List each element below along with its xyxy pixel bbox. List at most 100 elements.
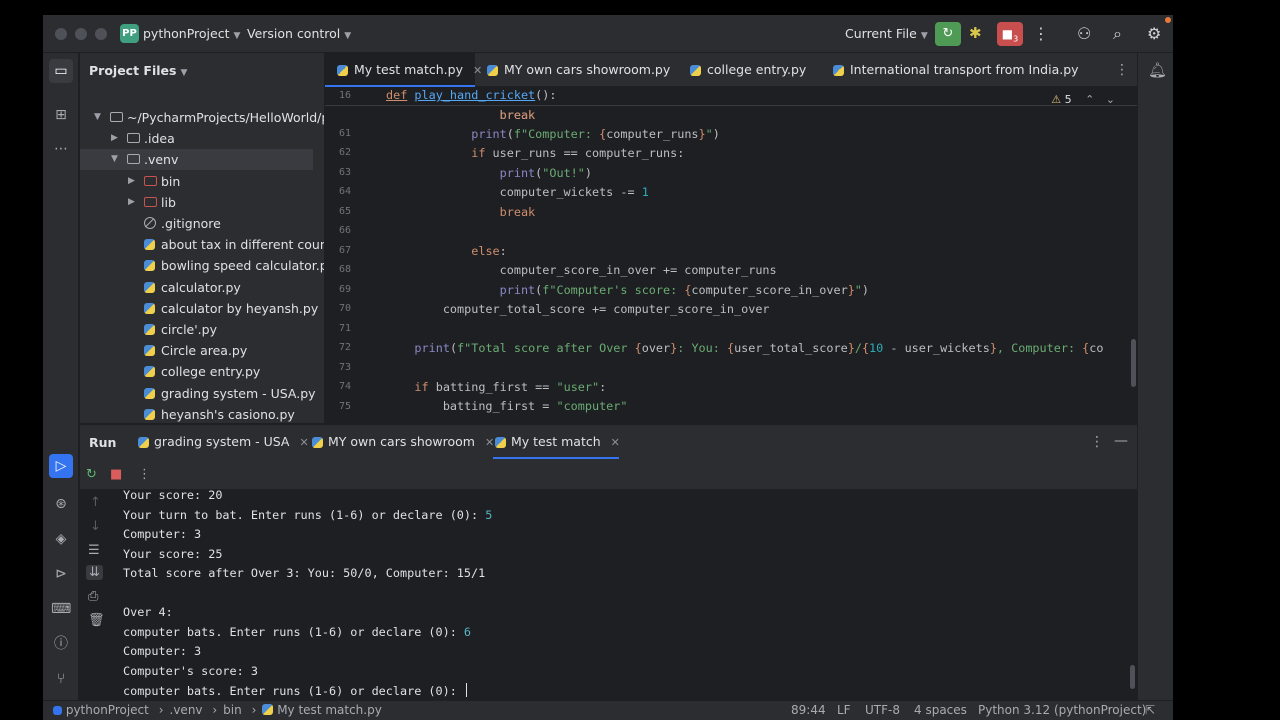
python-file-icon	[144, 387, 155, 399]
console-output: Total score after Over 3: You: 50/0, Com…	[123, 566, 486, 580]
tree-item[interactable]: ▶ .idea	[80, 128, 324, 149]
chevron-down-icon[interactable]: ▼	[94, 107, 101, 128]
interpreter[interactable]: Python 3.12 (pythonProject)	[978, 703, 1146, 717]
ide-window: PP pythonProject ▼ Version control ▼ Curre…	[43, 15, 1173, 720]
tree-item[interactable]: bowling speed calculator.py	[80, 255, 324, 276]
vcs-menu[interactable]: Version control ▼	[247, 26, 351, 41]
rerun-button[interactable]: ↻	[935, 22, 961, 46]
folder-icon[interactable]: ▭	[49, 59, 73, 83]
chevron-down-icon[interactable]: ▼	[111, 149, 118, 170]
tree-item[interactable]: heyansh's casiono.py	[80, 404, 324, 423]
run-options-icon[interactable]: ⋮	[1090, 434, 1104, 450]
problems-icon[interactable]: ⓘ	[51, 634, 71, 654]
tree-item[interactable]: .gitignore	[80, 213, 324, 234]
tab-label: college entry.py	[707, 62, 807, 77]
tabs-more-icon[interactable]: ⋮	[1115, 62, 1129, 78]
structure-icon[interactable]: ⊞	[51, 105, 71, 125]
zoom-window-button[interactable]	[95, 28, 107, 40]
tab-international-transport[interactable]: International transport from India.py	[821, 53, 1079, 87]
run-tool-icon[interactable]: ▷	[49, 454, 73, 478]
soft-wrap-icon[interactable]: ☰	[88, 543, 100, 558]
more-icon[interactable]: ⋮	[1033, 24, 1049, 43]
run-tab-grading-system[interactable]: grading system - USA ✕	[136, 425, 309, 459]
tree-item[interactable]: circle'.py	[80, 319, 324, 340]
tree-item[interactable]: about tax in different countries	[80, 234, 324, 255]
line-ending[interactable]: LF	[837, 703, 851, 717]
chevron-right-icon[interactable]: ▶	[128, 171, 135, 192]
lock-icon[interactable]: ⇱	[1145, 703, 1155, 717]
python-file-icon	[138, 437, 149, 448]
minimize-panel-icon[interactable]: —	[1114, 433, 1128, 449]
project-selector[interactable]: pythonProject ▼	[143, 26, 240, 41]
console-line: Your score: 25	[123, 547, 222, 561]
encoding[interactable]: UTF-8	[865, 703, 900, 717]
tree-item[interactable]: ▼ ~/PycharmProjects/HelloWorld/pyth	[80, 107, 324, 128]
print-icon[interactable]: ⎙	[88, 589, 98, 604]
scroll-to-end-icon[interactable]: ⇊	[86, 565, 103, 580]
sticky-scope-header[interactable]: 16 def play_hand_cricket():	[325, 87, 1137, 106]
arrow-down-icon[interactable]: ↓	[90, 519, 101, 534]
layers-icon[interactable]: ◈	[51, 529, 71, 549]
console-line: Computer: 3	[123, 644, 201, 658]
warnings-indicator[interactable]: ⚠ 5 ⌃ ⌄	[1051, 93, 1115, 106]
indent-setting[interactable]: 4 spaces	[914, 703, 967, 717]
stop-button[interactable]: ■3	[997, 22, 1023, 46]
console-line: Total score after Over 3: You: 50/0, Com…	[123, 566, 485, 580]
tab-my-own-cars-showroom[interactable]: MY own cars showroom.py	[475, 53, 670, 87]
tree-item-label: .venv	[144, 152, 179, 168]
notifications-icon[interactable]: 🔔︎	[1148, 61, 1167, 79]
code-area[interactable]: 61 62 63 64 65 66 67 68 69 70 71 72 73 7…	[325, 87, 1137, 423]
tree-item[interactable]: calculator by heyansh.py	[80, 298, 324, 319]
debug-button[interactable]: ✱	[969, 24, 982, 42]
chevron-right-icon[interactable]: ▶	[128, 192, 135, 213]
console[interactable]: ↑ ↓ ☰ ⇊ ⎙ 🗑︎ Your score: 20 Your turn to …	[80, 489, 1137, 704]
user-icon[interactable]: ⚇	[1077, 24, 1091, 43]
trash-icon[interactable]: 🗑︎	[88, 613, 105, 628]
run-tab-my-test-match[interactable]: My test match ✕	[493, 425, 620, 459]
chevron-right-icon[interactable]: ▶	[111, 128, 118, 149]
stop-icon[interactable]: ■	[110, 467, 122, 482]
more-icon[interactable]: ⋮	[138, 467, 151, 482]
cursor-position[interactable]: 89:44	[791, 703, 826, 717]
chevron-down-icon[interactable]: ⌄	[1106, 93, 1115, 106]
breadcrumb-venv[interactable]: .venv	[170, 703, 203, 717]
tree-item[interactable]: calculator.py	[80, 277, 324, 298]
tree-item-label: .idea	[144, 131, 175, 147]
arrow-up-icon[interactable]: ↑	[90, 495, 101, 510]
tree-item[interactable]: grading system - USA.py	[80, 383, 324, 404]
git-icon[interactable]: ⑂	[51, 669, 71, 689]
console-scrollbar[interactable]	[1130, 665, 1135, 689]
services-icon[interactable]: ⊳	[51, 564, 71, 584]
tab-college-entry[interactable]: college entry.py	[678, 53, 806, 87]
run-config-label: Current File	[845, 26, 917, 41]
chevron-up-icon[interactable]: ⌃	[1085, 93, 1094, 106]
tree-item[interactable]: Circle area.py	[80, 340, 324, 361]
tab-label: International transport from India.py	[850, 62, 1079, 77]
run-config-selector[interactable]: Current File ▼	[845, 26, 928, 41]
tree-item[interactable]: ▼ .venv	[80, 149, 313, 171]
python-console-icon[interactable]: ⊛	[51, 494, 71, 514]
minimize-window-button[interactable]	[75, 28, 87, 40]
status-breadcrumb[interactable]: pythonProject › .venv › bin › My test matc…	[53, 703, 382, 717]
close-tab-icon[interactable]: ✕	[611, 436, 620, 449]
rerun-icon[interactable]: ↻	[86, 467, 97, 482]
gear-icon[interactable]: ⚙	[1147, 24, 1161, 43]
close-tab-icon[interactable]: ✕	[300, 436, 309, 449]
tree-item[interactable]: college entry.py	[80, 361, 324, 382]
run-tab-my-own-cars[interactable]: MY own cars showroom ✕	[310, 425, 494, 459]
editor-scrollbar[interactable]	[1131, 339, 1136, 387]
search-icon[interactable]: ⌕	[1113, 24, 1122, 44]
tree-item-label: heyansh's casiono.py	[161, 406, 295, 422]
breadcrumb-bin[interactable]: bin	[223, 703, 242, 717]
tree-item[interactable]: ▶ bin	[80, 171, 324, 192]
terminal-icon[interactable]: ⌨	[51, 599, 71, 619]
project-files-header[interactable]: Project Files ▼	[89, 63, 187, 78]
tab-my-test-match[interactable]: My test match.py ✕	[325, 53, 482, 87]
more-tools-icon[interactable]: ⋯	[51, 139, 71, 159]
breadcrumb-project[interactable]: pythonProject	[66, 703, 149, 717]
breadcrumb-file[interactable]: My test match.py	[277, 703, 382, 717]
console-line: Computer's score: 3	[123, 664, 258, 678]
tree-item-label: calculator.py	[161, 279, 241, 295]
tree-item[interactable]: ▶ lib	[80, 192, 324, 213]
close-window-button[interactable]	[55, 28, 67, 40]
